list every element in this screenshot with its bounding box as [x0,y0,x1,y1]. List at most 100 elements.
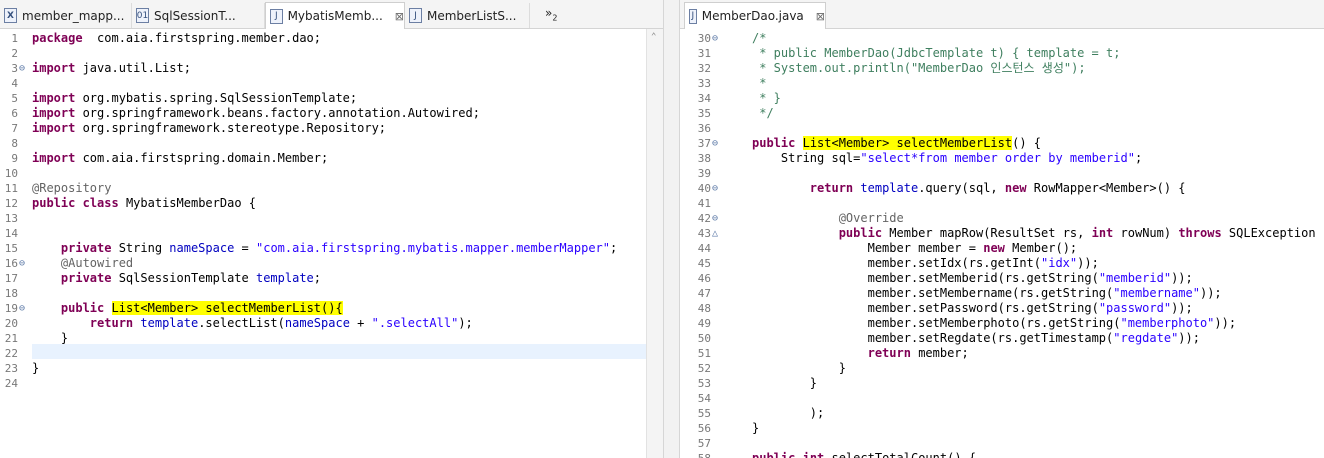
line-number: 22 [4,347,18,360]
code-line[interactable]: 31 * public MemberDao(JdbcTemplate t) { … [680,46,1324,61]
left-vertical-scrollbar[interactable]: ⌃ [646,29,663,458]
code-line[interactable]: 42 ⊖ @Override [680,211,1324,226]
code-line[interactable]: 37 ⊖ public List<Member> selectMemberList(… [680,136,1324,151]
code-line[interactable]: 56} [680,421,1324,436]
code-line[interactable]: 39 [680,166,1324,181]
code-line[interactable]: 58 public int selectTotalCount() { [680,451,1324,458]
scroll-up-arrow-icon[interactable]: ⌃ [651,32,656,42]
code-line[interactable]: 9 import com.aia.firstspring.domain.Membe… [0,151,663,166]
code-line[interactable]: 24 [0,376,663,391]
code-line[interactable]: 33 * [680,76,1324,91]
mybatis-member-dao-editor[interactable]: 1 package com.aia.firstspring.member.dao;… [0,29,663,458]
line-number: 11 [4,182,18,195]
code-line[interactable]: 13 [0,211,663,226]
code-line[interactable]: 8 [0,136,663,151]
code-line[interactable]: 21 } [0,331,663,346]
member-dao-editor[interactable]: 30 ⊖/* 31 * public MemberDao(JdbcTemplate … [680,29,1324,458]
code-line[interactable]: 55 ); [680,406,1324,421]
fold-toggle-icon[interactable]: ⊖ [712,31,718,46]
code-line[interactable]: 35 */ [680,106,1324,121]
fold-toggle-icon[interactable]: ⊖ [19,301,25,316]
code-line[interactable]: 47 member.setMembername(rs.getString("me… [680,286,1324,301]
tab-left-2[interactable]: J MybatisMemb... ⊠ [265,2,405,29]
code-text: * public MemberDao(JdbcTemplate t) { tem… [752,46,1121,60]
line-number: 56 [697,422,711,435]
code-line[interactable]: 7 import org.springframework.stereotype.R… [0,121,663,136]
code-line[interactable]: 48 member.setPassword(rs.getString("pass… [680,301,1324,316]
code-line[interactable]: 53 } [680,376,1324,391]
code-line[interactable]: 41 [680,196,1324,211]
editor-split-divider[interactable] [663,0,680,458]
code-line[interactable]: 10 [0,166,663,181]
code-text: Member member = new Member(); [752,241,1078,255]
code-line[interactable]: 6 import org.springframework.beans.factor… [0,106,663,121]
code-line[interactable]: 17 private SqlSessionTemplate template; [0,271,663,286]
code-line[interactable]: 18 [0,286,663,301]
close-tab-icon[interactable]: ⊠ [816,10,825,23]
code-line[interactable]: 1 package com.aia.firstspring.member.dao; [0,31,663,46]
line-number: 20 [4,317,18,330]
line-number: 21 [4,332,18,345]
code-line[interactable]: 5 import org.mybatis.spring.SqlSessionTem… [0,91,663,106]
fold-toggle-icon[interactable]: ⊖ [712,211,718,226]
tab-left-1[interactable]: 01 SqlSessionT... [132,3,265,28]
code-line[interactable]: 23} [0,361,663,376]
code-line[interactable]: 19 ⊖ public List<Member> selectMemberList… [0,301,663,316]
code-line[interactable]: 57 [680,436,1324,451]
code-line[interactable]: 38 String sql="select*from member order … [680,151,1324,166]
code-line[interactable]: 34 * } [680,91,1324,106]
code-text: private String nameSpace = "com.aia.firs… [60,241,618,255]
code-line[interactable]: 51 return member; [680,346,1324,361]
line-number: 3 [11,62,18,75]
class-file-icon: 01 [136,8,149,23]
line-number: 49 [697,317,711,330]
line-number: 34 [697,92,711,105]
code-text: import java.util.List; [32,61,191,75]
code-line[interactable]: 44 Member member = new Member(); [680,241,1324,256]
left-editor-pane: Xmember_mapp... 01 SqlSessionT... J MybatisM… [0,0,663,458]
fold-toggle-icon[interactable]: ⊖ [712,181,718,196]
code-line[interactable]: 43 △ public Member mapRow(ResultSet rs, i… [680,226,1324,241]
fold-toggle-icon[interactable]: ⊖ [19,61,25,76]
code-line[interactable]: 30 ⊖ /* [680,31,1324,46]
code-line[interactable]: 46 member.setMemberid(rs.getString("memb… [680,271,1324,286]
right-tab-bar: J MemberDao.java ⊠ [680,0,1324,29]
override-marker-icon[interactable]: △ [712,226,718,241]
code-line[interactable]: 11 @Repository [0,181,663,196]
code-text: package com.aia.firstspring.member.dao; [32,31,321,45]
code-line[interactable]: 3 ⊖ import java.util.List; [0,61,663,76]
code-line[interactable]: 50 member.setRegdate(rs.getTimestamp("re… [680,331,1324,346]
code-line[interactable]: 32 * System.out.println("MemberDao 인스턴스 … [680,61,1324,76]
code-line[interactable]: 54 [680,391,1324,406]
code-line[interactable]: 22 [0,346,663,361]
fold-toggle-icon[interactable]: ⊖ [19,256,25,271]
code-line[interactable]: 4 [0,76,663,91]
code-line[interactable]: 45 member.setIdx(rs.getInt("idx")); [680,256,1324,271]
code-line[interactable]: 15 private String nameSpace = "com.aia.f… [0,241,663,256]
code-text: import org.mybatis.spring.SqlSessionTemp… [32,91,358,105]
line-number: 46 [697,272,711,285]
code-line[interactable]: 16 ⊖ @Autowired [0,256,663,271]
close-tab-icon[interactable]: ⊠ [395,10,404,23]
code-line[interactable]: 36 [680,121,1324,136]
code-text: } [32,361,40,375]
code-line[interactable]: 52 } [680,361,1324,376]
line-number: 16 [4,257,18,270]
tab-right-0[interactable]: J MemberDao.java ⊠ [684,2,826,29]
tab-overflow-chevron-icon[interactable]: »2 [545,6,557,22]
line-number: 41 [697,197,711,210]
code-line[interactable]: 20 return template.selectList(nameSpace … [0,316,663,331]
code-line[interactable]: 49 member.setMemberphoto(rs.getString("m… [680,316,1324,331]
code-line[interactable]: 40 ⊖ return template.query(sql, new RowMa… [680,181,1324,196]
code-text: import org.springframework.stereotype.Re… [32,121,387,135]
line-number: 18 [4,287,18,300]
tab-left-0[interactable]: Xmember_mapp... [0,3,132,28]
line-number: 23 [4,362,18,375]
line-number: 42 [697,212,711,225]
code-line[interactable]: 12 public class MybatisMemberDao { [0,196,663,211]
code-line[interactable]: 14 [0,226,663,241]
tab-left-3[interactable]: J MemberListS... [405,3,530,28]
java-file-icon: J [270,8,283,24]
fold-toggle-icon[interactable]: ⊖ [712,136,718,151]
code-line[interactable]: 2 [0,46,663,61]
